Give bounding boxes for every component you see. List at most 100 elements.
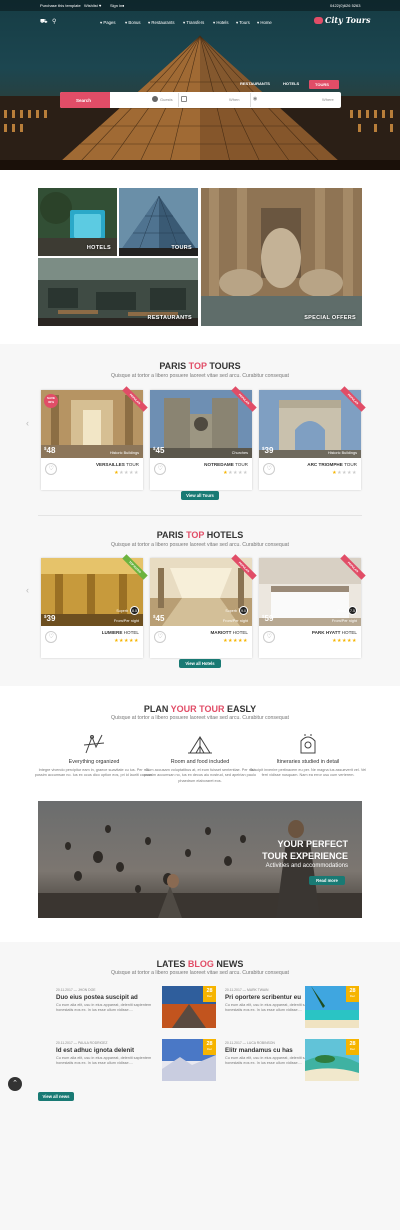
plan-title-b: EASLY: [224, 704, 257, 714]
hotel-card[interactable]: POPULAR Superb 9.0 $45 From/Per night MA…: [150, 554, 257, 658]
nav-tours[interactable]: ▾ Tours: [236, 20, 250, 26]
tour-card[interactable]: POPULAR $39 Historic Buildings ARC TRIOM…: [259, 386, 366, 490]
purchase-link[interactable]: Purchase this template: [40, 3, 81, 8]
blog-title-hl: BLOG: [187, 959, 214, 969]
tour-price: $39: [262, 446, 273, 455]
post-thumbnail[interactable]: 28 Dec: [162, 986, 216, 1028]
post-title[interactable]: Duo eius postea suscipit ad: [56, 994, 138, 1001]
location-icon: ◉: [253, 96, 258, 102]
tour-name: ARC TRIOMPHE TOUR: [307, 462, 357, 467]
tent-icon: [188, 736, 212, 754]
post-meta: 20.11.2017 — LUCA ROBINSON: [225, 1041, 275, 1045]
post-title[interactable]: Pri oportere scribentur eu: [225, 994, 301, 1001]
nav-transfers-label: Transfers: [186, 20, 205, 25]
nav-pages[interactable]: ▾ Pages: [100, 20, 116, 26]
post-title[interactable]: Elitr mandamus cu has: [225, 1047, 293, 1054]
special-offers-image: [201, 188, 362, 326]
cart-icon[interactable]: ⛟: [40, 18, 48, 26]
tours-title-hl: TOP: [188, 361, 207, 371]
tour-name-main: ARC TRIOMPHE: [307, 462, 343, 467]
blog-post[interactable]: 20.11.2017 — MARK TWAIN Pri oportere scr…: [225, 986, 385, 1028]
rating-stars: ★★★★★: [223, 470, 248, 476]
tab-restaurants[interactable]: RESTAURANTS: [240, 81, 270, 91]
score-label: Superb: [116, 609, 128, 613]
carousel-prev-icon[interactable]: ‹: [26, 418, 29, 428]
tab-tours[interactable]: TOURS: [309, 80, 339, 89]
chevron-up-icon: ⌃: [12, 1080, 18, 1087]
tile-special-offers[interactable]: SPECIAL OFFERS: [201, 188, 362, 326]
post-meta: 20.11.2017 — JHON DOE: [56, 988, 96, 992]
post-title[interactable]: Id est adhuc ignota delenit: [56, 1047, 134, 1054]
post-thumbnail[interactable]: 28 Dec: [305, 1039, 359, 1081]
wishlist-heart-icon[interactable]: [45, 631, 57, 643]
when-field[interactable]: When: [229, 97, 239, 102]
tile-tours[interactable]: TOURS: [119, 188, 198, 256]
tour-name: VERSAILLES TOUR: [96, 462, 139, 467]
nav-transfers[interactable]: ▾ Transfers: [183, 20, 204, 26]
nav-bonus[interactable]: ▾ Bonus: [125, 20, 141, 26]
feature-desc: Integre vivendo percipitur eam in, graec…: [34, 768, 154, 778]
wishlist-heart-icon[interactable]: [263, 631, 275, 643]
tour-card[interactable]: SAVE 30% POPULAR $48 Historic Buildings …: [41, 386, 148, 490]
tour-price: $48: [44, 446, 55, 455]
feature-desc: Suscipit invenire pertinacem eu per. Ne …: [249, 768, 367, 778]
nav-hotels-label: Hotels: [216, 20, 229, 25]
post-thumbnail[interactable]: 28 Dec: [162, 1039, 216, 1081]
tab-hotels[interactable]: HOTELS: [283, 81, 299, 91]
hotels-title-a: PARIS: [156, 530, 187, 540]
price-value: 39: [46, 614, 56, 623]
nav-home[interactable]: ▾ Home: [257, 20, 272, 26]
blog-post[interactable]: 20.11.2017 — PAULA RODRIGEZ Id est adhuc…: [56, 1039, 216, 1081]
carousel-prev-icon[interactable]: ‹: [26, 585, 29, 595]
nav-hotels[interactable]: ▾ Hotels: [213, 20, 229, 26]
hotel-card[interactable]: POPULAR Good 7.5 $59 From/Per night PARK…: [259, 554, 366, 658]
plan-title-hl: YOUR TOUR: [170, 704, 225, 714]
hotel-image: [41, 558, 143, 626]
wishlist-heart-icon[interactable]: [263, 463, 275, 475]
wishlist-heart-icon[interactable]: [154, 631, 166, 643]
read-more-button[interactable]: Read more: [309, 876, 345, 885]
search-button[interactable]: Search: [60, 92, 110, 108]
hotel-name-main: MARIOTT: [210, 630, 232, 635]
feature-item: Room and food included Cum accusam volup…: [140, 733, 260, 784]
tour-card[interactable]: POPULAR $45 Churches NOTREDAME TOUR ★★★★…: [150, 386, 257, 490]
where-field[interactable]: Where: [322, 97, 334, 102]
guests-field[interactable]: Guests: [160, 97, 173, 102]
blog-subtitle: Quisque at tortor a libero posuere laore…: [111, 970, 289, 976]
tile-hotels[interactable]: HOTELS: [38, 188, 117, 256]
view-all-hotels-button[interactable]: View all Hotels: [179, 659, 221, 668]
post-thumbnail[interactable]: 28 Dec: [305, 986, 359, 1028]
post-date: 28 Dec: [203, 1039, 216, 1055]
wishlist-link[interactable]: Wishlist: [84, 3, 98, 8]
tile-special-offers-label: SPECIAL OFFERS: [304, 315, 356, 321]
back-to-top-button[interactable]: ⌃: [8, 1077, 22, 1091]
hotel-card[interactable]: TOP RATED Superb 8.5 $39 From/Per night …: [41, 554, 148, 658]
tour-name: NOTREDAME TOUR: [204, 462, 248, 467]
phone-number: 0422(0)626 5263: [330, 3, 361, 8]
wishlist-heart-icon[interactable]: [45, 463, 57, 475]
rating-stars: ★★★★★: [332, 470, 357, 476]
top-bar: Purchase this template Wishlist ♥ Sign i…: [0, 0, 400, 11]
tile-restaurants[interactable]: RESTAURANTS: [38, 258, 198, 326]
heart-icon: ♥: [99, 3, 102, 8]
hotels-title: PARIS TOP HOTELS: [0, 530, 400, 540]
hotel-image: [150, 558, 252, 626]
rating-stars: ★★★★★: [114, 638, 139, 644]
signin-link[interactable]: Sign in: [110, 3, 122, 8]
map-icon: [300, 734, 316, 754]
search-icon[interactable]: ⚲: [52, 18, 56, 25]
nav-restaurants[interactable]: ▾ Restaurants: [148, 20, 175, 26]
tile-restaurants-label: RESTAURANTS: [147, 315, 192, 321]
site-logo[interactable]: City Tours: [314, 14, 370, 28]
route-icon: [83, 734, 105, 754]
tour-name-main: NOTREDAME: [204, 462, 234, 467]
view-all-tours-button[interactable]: View all Tours: [181, 491, 219, 500]
feature-title: Everything organized: [68, 759, 120, 765]
post-date: 28 Dec: [346, 986, 359, 1002]
blog-post[interactable]: 20.11.2017 — LUCA ROBINSON Elitr mandamu…: [225, 1039, 385, 1081]
blog-post[interactable]: 20.11.2017 — JHON DOE Duo eius postea su…: [56, 986, 216, 1028]
view-all-news-button[interactable]: View all news: [38, 1092, 74, 1101]
section-divider: [38, 515, 362, 516]
tour-name-suffix: TOUR: [235, 462, 248, 467]
wishlist-heart-icon[interactable]: [154, 463, 166, 475]
